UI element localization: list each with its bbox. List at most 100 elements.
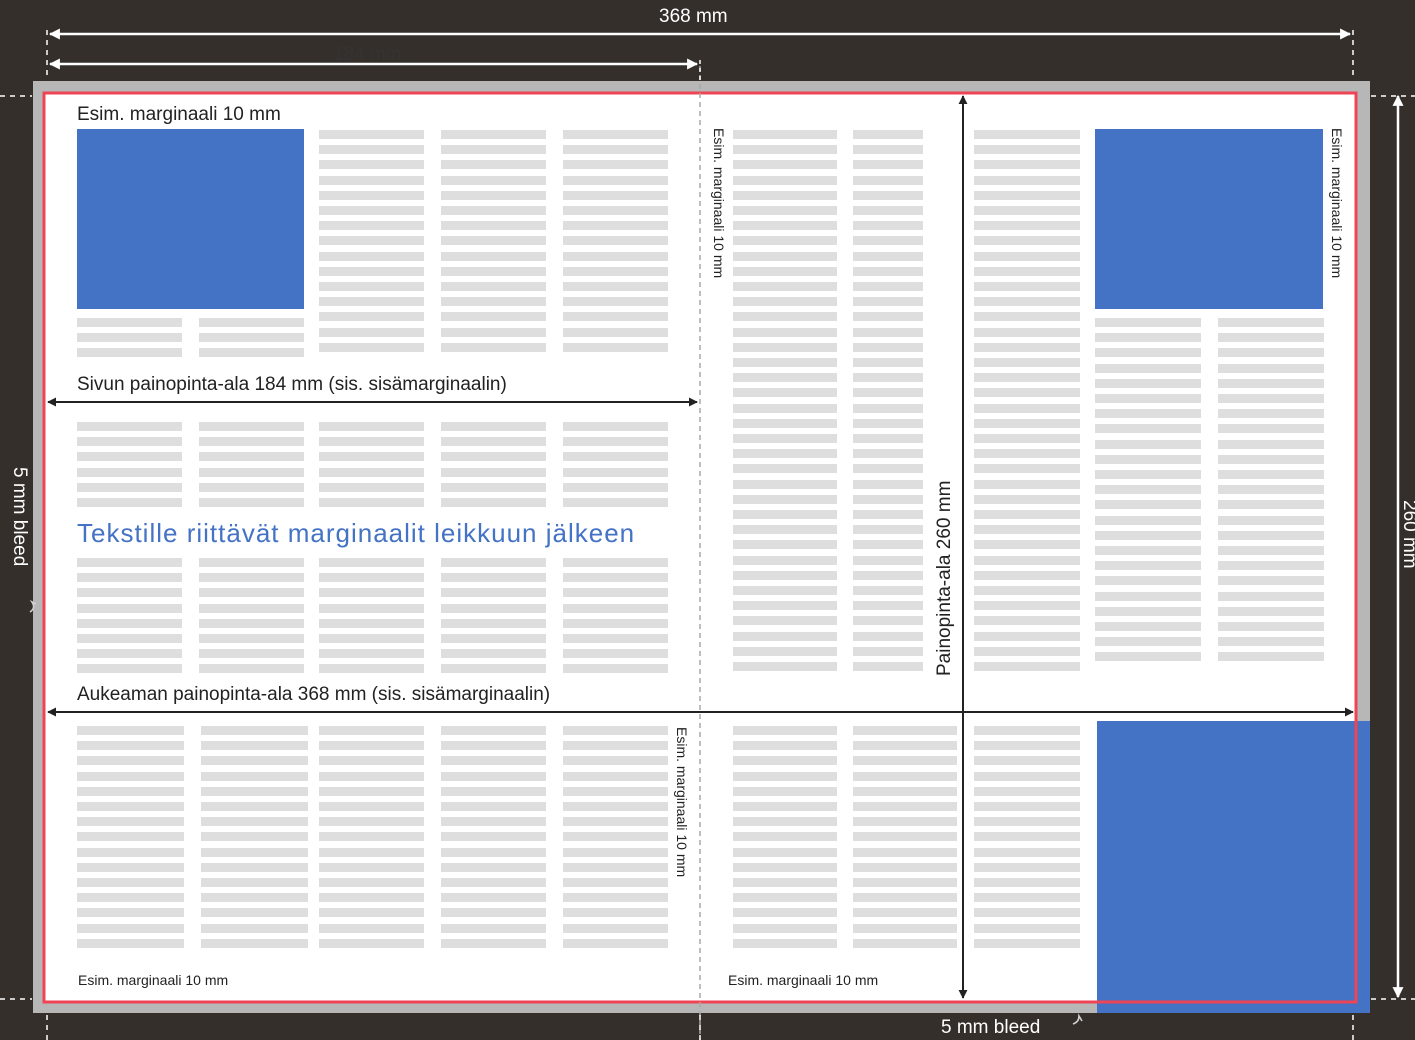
text-line — [441, 297, 546, 306]
text-line — [319, 634, 424, 643]
text-line — [441, 498, 546, 507]
text-line — [733, 756, 837, 765]
text-line — [974, 878, 1080, 887]
margin-label-right: Esim. marginaali 10 mm — [1329, 128, 1345, 279]
text-line — [974, 832, 1080, 841]
text-line — [1095, 318, 1201, 327]
text-line — [77, 318, 182, 327]
bleed-pointer-bottom — [1072, 1013, 1083, 1025]
text-line — [563, 297, 668, 306]
text-line — [199, 604, 304, 613]
text-line — [974, 449, 1080, 458]
text-line — [853, 586, 923, 595]
text-line — [199, 452, 304, 461]
text-line — [853, 480, 923, 489]
text-line — [853, 236, 923, 245]
bleed-left-label: 5 mm bleed — [9, 467, 30, 567]
text-line — [733, 893, 837, 902]
text-line — [563, 498, 668, 507]
text-line — [441, 726, 546, 735]
text-line — [563, 772, 668, 781]
text-line — [974, 662, 1080, 671]
text-line — [853, 601, 923, 610]
text-line — [441, 893, 546, 902]
text-line — [733, 145, 837, 154]
text-line — [441, 832, 546, 841]
text-line — [853, 464, 923, 473]
text-line — [853, 176, 923, 185]
text-line — [853, 878, 957, 887]
text-line — [77, 772, 184, 781]
text-line — [563, 832, 668, 841]
text-line — [733, 130, 837, 139]
text-line — [733, 176, 837, 185]
text-line — [319, 863, 424, 872]
text-line — [77, 741, 184, 750]
text-line — [441, 604, 546, 613]
text-line — [733, 924, 837, 933]
margin-label-bottom-left: Esim. marginaali 10 mm — [78, 972, 229, 988]
text-line — [1218, 546, 1324, 555]
text-line — [563, 236, 668, 245]
text-line — [563, 664, 668, 673]
text-line — [441, 312, 546, 321]
text-line — [441, 649, 546, 658]
text-line — [733, 817, 837, 826]
text-line — [441, 802, 546, 811]
text-line — [441, 206, 546, 215]
image-block-top-left — [77, 129, 304, 309]
text-line — [319, 191, 424, 200]
text-line — [319, 206, 424, 215]
text-line — [974, 404, 1080, 413]
print-area-height-label: Painopinta-ala 260 mm — [934, 480, 955, 676]
text-line — [733, 939, 837, 948]
text-line — [563, 191, 668, 200]
text-line — [441, 908, 546, 917]
text-line — [1095, 546, 1201, 555]
text-line — [733, 863, 837, 872]
text-line — [853, 221, 923, 230]
text-line — [563, 437, 668, 446]
text-line — [853, 525, 923, 534]
text-line — [733, 252, 837, 261]
text-line — [199, 573, 304, 582]
text-line — [563, 558, 668, 567]
text-line — [1218, 318, 1324, 327]
text-line — [441, 452, 546, 461]
text-line — [319, 619, 424, 628]
text-line — [201, 802, 308, 811]
page-print-area-label: Sivun painopinta-ala 184 mm (sis. sisäma… — [77, 374, 507, 395]
text-line — [201, 726, 308, 735]
text-line — [853, 206, 923, 215]
text-line — [853, 373, 923, 382]
text-line — [319, 422, 424, 431]
text-line — [319, 588, 424, 597]
text-line — [974, 787, 1080, 796]
text-line — [77, 452, 182, 461]
text-line — [77, 939, 184, 948]
text-line — [1218, 516, 1324, 525]
text-line — [563, 619, 668, 628]
text-line — [201, 848, 308, 857]
text-line — [733, 556, 837, 565]
text-line — [319, 573, 424, 582]
text-line — [974, 419, 1080, 428]
text-line — [853, 267, 923, 276]
text-line — [733, 388, 837, 397]
text-line — [77, 483, 182, 492]
text-line — [974, 756, 1080, 765]
text-line — [733, 449, 837, 458]
text-line — [441, 483, 546, 492]
text-line — [441, 573, 546, 582]
text-line — [974, 252, 1080, 261]
image-block-top-right — [1095, 129, 1323, 309]
text-line — [199, 558, 304, 567]
text-line — [441, 343, 546, 352]
text-line — [974, 817, 1080, 826]
spread-width-label: 368 mm — [659, 6, 728, 27]
text-line — [201, 787, 308, 796]
text-line — [319, 802, 424, 811]
text-line — [319, 468, 424, 477]
text-line — [441, 924, 546, 933]
text-line — [441, 282, 546, 291]
